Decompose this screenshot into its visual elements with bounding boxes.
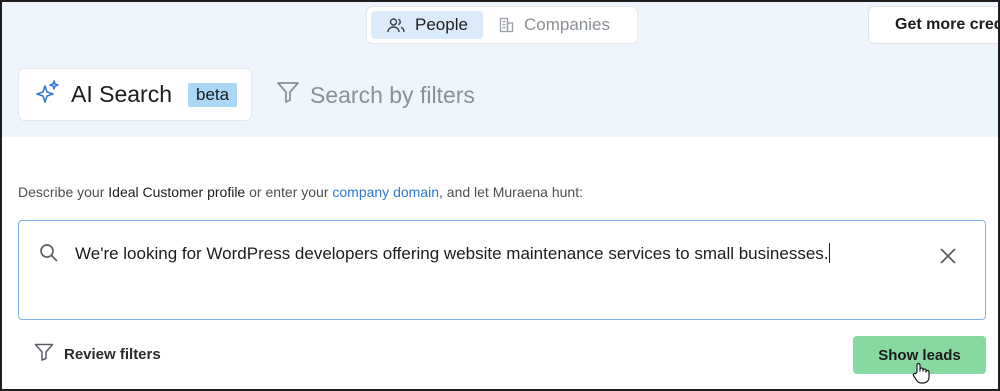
ideal-customer-profile-text: Ideal Customer profile xyxy=(108,184,246,200)
text-caret xyxy=(828,243,830,263)
entity-toggle: People Companies xyxy=(366,6,638,44)
search-query-value: We're looking for WordPress developers o… xyxy=(75,244,829,263)
search-by-filters-tab[interactable]: Search by filters xyxy=(276,80,475,110)
tab-people-label: People xyxy=(415,15,468,34)
search-icon xyxy=(39,243,59,268)
company-domain-link[interactable]: company domain xyxy=(332,184,439,200)
review-filters-button[interactable]: Review filters xyxy=(34,343,161,365)
tab-people[interactable]: People xyxy=(371,11,483,39)
hand-cursor-icon xyxy=(912,362,930,389)
filter-icon xyxy=(34,343,54,365)
filter-icon xyxy=(276,81,300,109)
ai-search-label: AI Search xyxy=(71,81,172,107)
search-instructions: Describe your Ideal Customer profile or … xyxy=(18,184,583,200)
review-filters-label: Review filters xyxy=(64,345,161,363)
tab-companies[interactable]: Companies xyxy=(483,11,626,39)
app-window: People Companies Get more credi AI Searc… xyxy=(0,0,1000,391)
ai-search-tab[interactable]: AI Search beta xyxy=(18,68,252,121)
sparkle-icon xyxy=(35,79,61,110)
search-query-text[interactable]: We're looking for WordPress developers o… xyxy=(75,243,830,264)
beta-badge: beta xyxy=(188,82,238,107)
tab-companies-label: Companies xyxy=(524,15,610,34)
people-icon xyxy=(387,17,405,33)
close-icon[interactable] xyxy=(939,247,957,270)
search-by-filters-label: Search by filters xyxy=(310,81,475,108)
instructions-text: Describe your xyxy=(18,184,109,200)
instructions-text: , and let Muraena hunt: xyxy=(439,184,583,200)
instructions-text: or enter your xyxy=(245,184,333,200)
building-icon xyxy=(499,17,514,33)
get-more-credits-button[interactable]: Get more credi xyxy=(868,6,998,44)
ai-search-input[interactable]: We're looking for WordPress developers o… xyxy=(18,220,986,320)
